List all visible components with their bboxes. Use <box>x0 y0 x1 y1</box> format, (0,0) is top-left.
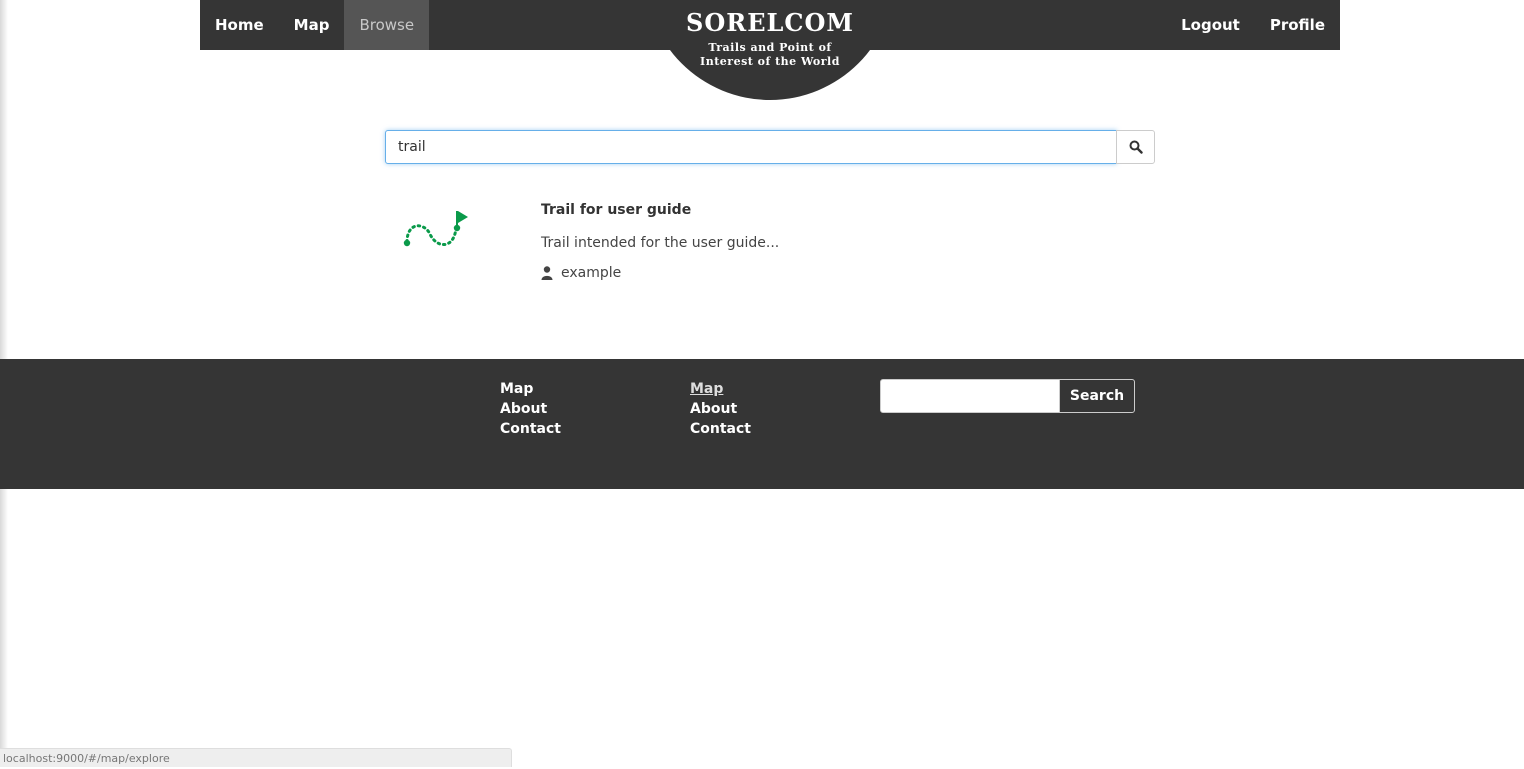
nav-map[interactable]: Map <box>279 0 345 50</box>
nav-right-group: Logout Profile <box>1166 0 1340 50</box>
result-author-name: example <box>561 265 622 281</box>
logo-title[interactable]: SORELCOM <box>645 8 895 37</box>
footer-link-contact[interactable]: Contact <box>500 419 561 439</box>
search-button[interactable] <box>1116 130 1155 164</box>
footer: Map About Contact Map About Contact Sear… <box>0 359 1524 489</box>
result-title[interactable]: Trail for user guide <box>541 202 691 218</box>
nav-home[interactable]: Home <box>200 0 279 50</box>
footer-link-about-2[interactable]: About <box>690 399 751 419</box>
nav-profile[interactable]: Profile <box>1255 0 1340 50</box>
nav-logout[interactable]: Logout <box>1166 0 1255 50</box>
result-description: Trail intended for the user guide... <box>541 235 780 251</box>
footer-links-col2: Map About Contact <box>690 379 751 439</box>
search-icon <box>1129 140 1143 154</box>
logo-subtitle-line1: Trails and Point of <box>708 41 832 54</box>
nav-left-group: Home Map Browse <box>200 0 430 50</box>
nav-browse[interactable]: Browse <box>344 0 430 50</box>
footer-link-about[interactable]: About <box>500 399 561 419</box>
user-icon <box>541 266 553 280</box>
footer-search-button[interactable]: Search <box>1059 379 1135 413</box>
footer-search-input[interactable] <box>880 379 1060 413</box>
footer-links-col1: Map About Contact <box>500 379 561 439</box>
footer-link-map[interactable]: Map <box>500 379 561 399</box>
search-input[interactable] <box>385 130 1117 164</box>
logo-subtitle: Trails and Point of Interest of the Worl… <box>645 41 895 69</box>
footer-link-contact-2[interactable]: Contact <box>690 419 751 439</box>
logo-subtitle-line2: Interest of the World <box>700 55 840 68</box>
status-bar-url: localhost:9000/#/map/explore <box>0 748 512 767</box>
trail-icon <box>403 211 468 247</box>
result-author: example <box>541 265 621 281</box>
footer-link-map-2[interactable]: Map <box>690 379 751 399</box>
